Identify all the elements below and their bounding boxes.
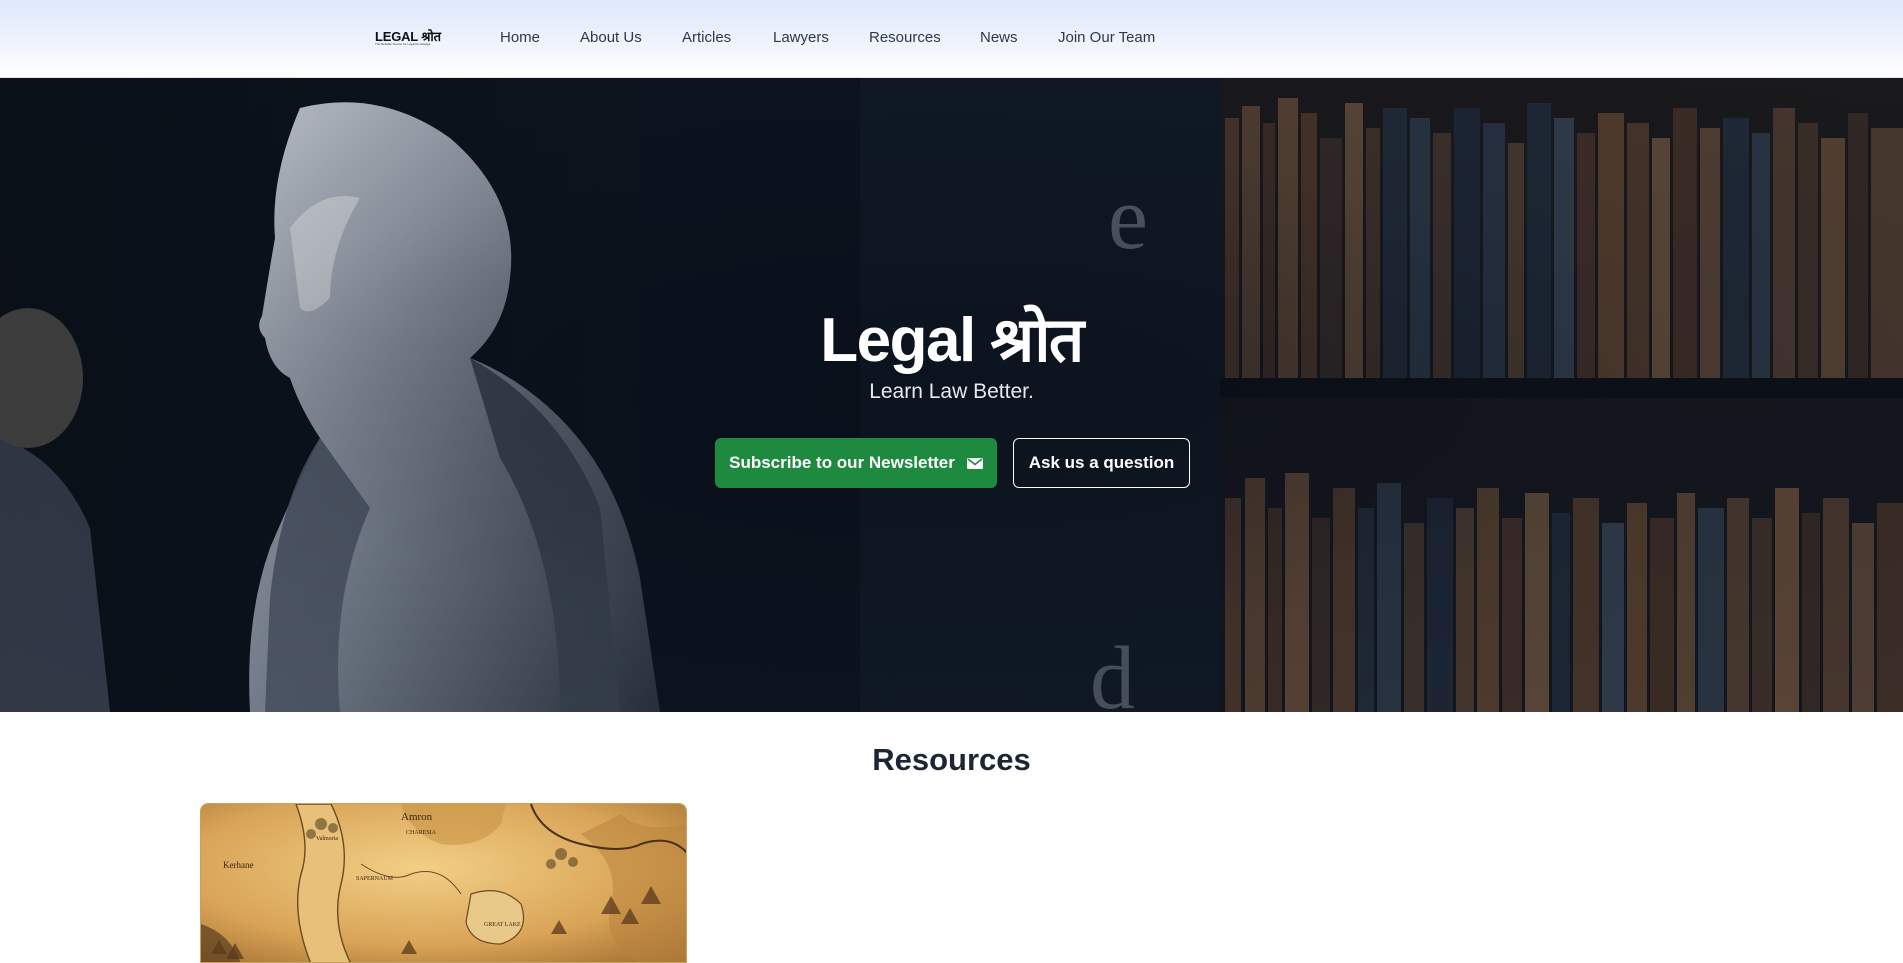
- map-label-sapernaum: SAPERNAUM: [356, 876, 394, 882]
- hero-section: e d Legal श्रोत Learn Law Better. Subscr…: [0, 78, 1903, 712]
- resource-card-map[interactable]: Amron Kerhane CHARESIA Valmoria SAPERNAU…: [200, 803, 687, 963]
- hero-subtitle: Learn Law Better.: [869, 380, 1034, 403]
- subscribe-button-label: Subscribe to our Newsletter: [729, 453, 955, 472]
- nav-join-our-team[interactable]: Join Our Team: [1058, 29, 1155, 46]
- ask-question-button[interactable]: Ask us a question: [1013, 438, 1190, 488]
- hero-title: Legal श्रोत: [820, 306, 1084, 375]
- resources-section-title: Resources: [872, 742, 1031, 777]
- nav-lawyers[interactable]: Lawyers: [773, 29, 829, 46]
- subscribe-newsletter-button[interactable]: Subscribe to our Newsletter: [715, 438, 997, 488]
- map-label-great-lake: GREAT LAKE: [484, 922, 521, 928]
- nav-resources[interactable]: Resources: [869, 29, 941, 46]
- nav-articles[interactable]: Articles: [682, 29, 731, 46]
- map-label-amron: Amron: [401, 811, 433, 823]
- site-logo[interactable]: LEGAL श्रोत The Reliable Source for Lega…: [375, 27, 449, 51]
- logo-tagline: The Reliable Source for Legal Knowledge: [375, 42, 431, 46]
- ask-question-button-label: Ask us a question: [1028, 453, 1175, 472]
- nav-home[interactable]: Home: [500, 29, 540, 46]
- map-label-kerhane: Kerhane: [223, 860, 253, 870]
- map-label-charesia: CHARESIA: [406, 830, 437, 836]
- map-label-valmoria: Valmoria: [316, 836, 338, 842]
- site-header: LEGAL श्रोत The Reliable Source for Lega…: [0, 0, 1903, 78]
- nav-about-us[interactable]: About Us: [580, 29, 642, 46]
- nav-news[interactable]: News: [980, 29, 1018, 46]
- mail-icon: [966, 457, 983, 469]
- fantasy-map-image: Amron Kerhane CHARESIA Valmoria SAPERNAU…: [201, 804, 686, 962]
